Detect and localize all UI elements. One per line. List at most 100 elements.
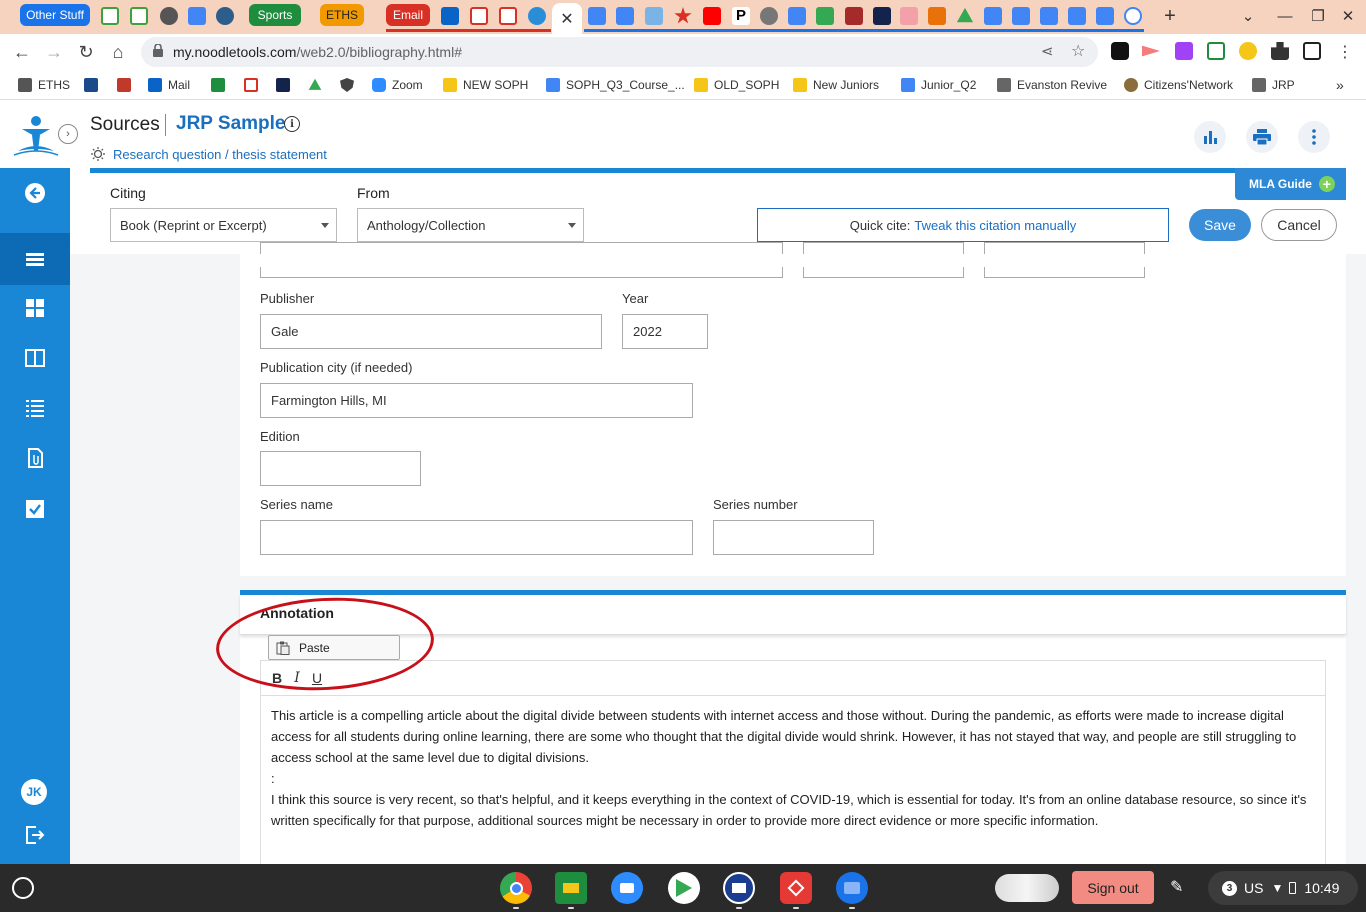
zoom-app-icon[interactable] (611, 872, 643, 904)
year-input[interactable]: 2022 (622, 314, 708, 349)
new-tab-icon[interactable]: + (1160, 5, 1180, 27)
bookmark[interactable] (84, 76, 104, 94)
annotation-text[interactable]: This article is a compelling article abo… (271, 705, 1311, 831)
publisher-input[interactable]: Gale (260, 314, 602, 349)
notecards-icon[interactable] (0, 334, 70, 382)
tab[interactable] (760, 5, 778, 27)
bookmark-mail[interactable]: Mail (148, 76, 190, 94)
bookmark-eths[interactable]: ETHS (18, 76, 70, 94)
back-icon[interactable]: ← (10, 40, 34, 64)
forward-icon[interactable]: → (42, 40, 66, 64)
bookmark-junior-q2[interactable]: Junior_Q2 (901, 76, 976, 94)
cancel-button[interactable]: Cancel (1261, 209, 1337, 241)
tab-group-sports[interactable]: Sports (249, 4, 301, 26)
tab-group-other-stuff[interactable]: Other Stuff (20, 4, 90, 26)
tab[interactable] (788, 5, 806, 27)
series-number-input[interactable] (713, 520, 874, 555)
noodletools-logo-icon[interactable] (8, 111, 60, 159)
tab[interactable] (470, 5, 488, 27)
dashboard-icon[interactable] (0, 284, 70, 332)
bookmark[interactable] (244, 76, 264, 94)
close-window-icon[interactable]: ✕ (1338, 6, 1358, 26)
screenshot-extension-icon[interactable] (1111, 42, 1129, 60)
tab[interactable] (1096, 5, 1114, 27)
bold-button[interactable]: B (267, 668, 287, 688)
series-name-input[interactable] (260, 520, 693, 555)
bookmark[interactable] (276, 76, 296, 94)
save-button[interactable]: Save (1189, 209, 1251, 241)
sign-out-button[interactable]: Sign out (1072, 871, 1154, 904)
print-icon[interactable] (1246, 121, 1278, 153)
tab[interactable] (645, 5, 663, 27)
classroom-app-icon[interactable] (555, 872, 587, 904)
outline-list-icon[interactable] (0, 383, 70, 431)
tab-search-chevron-icon[interactable]: ⌄ (1238, 6, 1258, 26)
tab[interactable] (1040, 5, 1058, 27)
bookmark-citizens-network[interactable]: Citizens'Network (1124, 76, 1233, 94)
tab[interactable] (1124, 5, 1142, 27)
minimize-icon[interactable]: — (1275, 6, 1295, 26)
epson-app-icon[interactable] (723, 872, 755, 904)
status-tray[interactable]: 3 US ▼ 10:49 (1208, 871, 1358, 905)
play-store-app-icon[interactable] (668, 872, 700, 904)
bookmark[interactable] (211, 76, 231, 94)
bookmark-soph-q3[interactable]: SOPH_Q3_Course_... (546, 76, 685, 94)
research-question-link[interactable]: Research question / thesis statement (90, 146, 327, 162)
tab[interactable] (928, 5, 946, 27)
tab-group-eths[interactable]: ETHS (320, 4, 364, 26)
side-panel-icon[interactable] (1303, 42, 1321, 60)
bookmark-star-icon[interactable]: ☆ (1071, 41, 1085, 61)
chrome-menu-icon[interactable]: ⋮ (1333, 40, 1357, 64)
tab[interactable]: P (732, 5, 750, 27)
puzzle-extensions-icon[interactable] (1271, 42, 1289, 60)
tab[interactable] (160, 5, 178, 27)
screencast-app-icon[interactable] (780, 872, 812, 904)
tab[interactable] (900, 5, 918, 27)
tab-group-email[interactable]: Email (386, 4, 430, 26)
extension-icon[interactable] (1207, 42, 1225, 60)
tab[interactable] (703, 5, 721, 27)
tab[interactable] (130, 5, 148, 27)
tab[interactable] (873, 5, 891, 27)
underline-button[interactable]: U (307, 668, 327, 688)
bookmark-old-soph[interactable]: OLD_SOPH (694, 76, 779, 94)
tab[interactable] (588, 5, 606, 27)
tab[interactable] (499, 5, 517, 27)
tab[interactable] (101, 5, 119, 27)
checklist-icon[interactable] (0, 485, 70, 533)
quick-cite-button[interactable]: Quick cite: Tweak this citation manually (757, 208, 1169, 242)
project-title[interactable]: JRP Sample (176, 113, 285, 135)
tab[interactable] (188, 5, 206, 27)
annotation-editor[interactable]: B I U This article is a compelling artic… (260, 660, 1326, 869)
bookmark-new-juniors[interactable]: New Juniors (793, 76, 879, 94)
mla-guide-button[interactable]: MLA Guide + (1235, 168, 1346, 200)
back-to-projects-icon[interactable] (0, 169, 70, 217)
logout-icon[interactable] (0, 811, 70, 859)
edition-input[interactable] (260, 451, 421, 486)
tab[interactable] (816, 5, 834, 27)
stylus-pen-icon[interactable]: ✎ (1170, 877, 1192, 899)
tab[interactable] (984, 5, 1002, 27)
address-bar[interactable]: my.noodletools.com/web2.0/bibliography.h… (141, 37, 1098, 67)
reload-icon[interactable]: ↻ (74, 40, 98, 64)
from-select[interactable]: Anthology/Collection (357, 208, 584, 242)
bookmark-zoom[interactable]: Zoom (372, 76, 423, 94)
tab[interactable] (216, 5, 234, 27)
avatar[interactable]: JK (21, 779, 47, 805)
sources-icon[interactable] (0, 233, 70, 285)
extension-icon[interactable] (1142, 45, 1160, 57)
citing-select[interactable]: Book (Reprint or Excerpt) (110, 208, 337, 242)
home-icon[interactable]: ⌂ (106, 40, 130, 64)
more-bookmarks-chevron-icon[interactable]: » (1336, 76, 1344, 94)
tab[interactable] (1012, 5, 1030, 27)
files-app-icon[interactable] (836, 872, 868, 904)
tab[interactable] (616, 5, 634, 27)
tab[interactable] (1068, 5, 1086, 27)
holding-space-icon[interactable] (995, 874, 1059, 902)
more-options-icon[interactable] (1298, 121, 1330, 153)
bookmark-jrp[interactable]: JRP (1252, 76, 1295, 94)
paper-attachment-icon[interactable] (0, 434, 70, 482)
active-tab-close-icon[interactable]: ✕ (552, 3, 582, 34)
city-input[interactable]: Farmington Hills, MI (260, 383, 693, 418)
tab[interactable] (528, 5, 546, 27)
